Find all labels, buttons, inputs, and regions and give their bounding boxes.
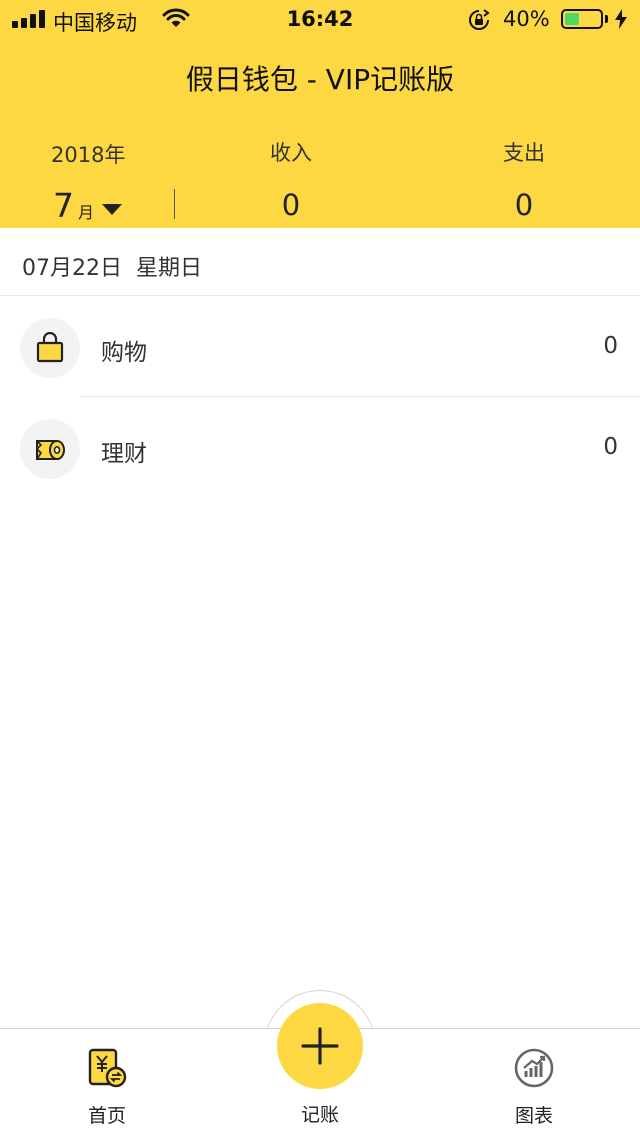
tab-home[interactable]: 首页 xyxy=(27,1029,187,1137)
month-value: 7 xyxy=(53,186,74,225)
page-title: 假日钱包 - VIP记账版 xyxy=(185,63,455,96)
year-label: 2018年 xyxy=(51,143,126,167)
caret-down-icon xyxy=(102,204,122,215)
record-amount: 0 xyxy=(603,333,618,359)
weekday-value: 星期日 xyxy=(136,256,203,281)
date-value: 07月22日 xyxy=(22,256,122,281)
row-divider xyxy=(80,396,640,397)
plus-icon xyxy=(301,1027,339,1065)
shopping-bag-icon xyxy=(20,318,80,378)
income-label: 收入 xyxy=(270,141,312,165)
battery-tip xyxy=(605,15,608,23)
header: 中国移动 16:42 40% 假日钱包 - VIP记账版 2018年 7 月 收… xyxy=(0,0,640,228)
day-header: 07月22日 星期日 xyxy=(0,228,640,296)
battery-percent: 40% xyxy=(503,7,550,31)
charging-bolt-icon xyxy=(615,9,627,34)
day-date: 07月22日 星期日 xyxy=(22,250,202,282)
month-picker[interactable]: 7 月 xyxy=(53,186,173,226)
battery-level xyxy=(565,13,579,25)
expense-value: 0 xyxy=(514,188,534,222)
add-record-button[interactable] xyxy=(277,1003,363,1089)
tab-label: 首页 xyxy=(87,1105,126,1127)
status-bar: 中国移动 16:42 40% xyxy=(0,0,640,40)
tab-chart[interactable]: 图表 xyxy=(454,1029,614,1137)
record-name: 购物 xyxy=(101,340,147,366)
record-row-finance[interactable]: 理财 0 xyxy=(0,399,640,499)
chart-icon xyxy=(513,1047,555,1093)
tab-label: 图表 xyxy=(514,1105,553,1127)
orientation-lock-icon xyxy=(467,8,491,37)
record-name: 理财 xyxy=(101,441,147,467)
finance-scroll-icon xyxy=(20,419,80,479)
record-row-shopping[interactable]: 购物 0 xyxy=(0,298,640,398)
tab-label-add: 记账 xyxy=(300,1104,339,1126)
battery-icon xyxy=(561,9,603,29)
ledger-icon xyxy=(86,1047,128,1093)
divider xyxy=(174,189,175,219)
record-amount: 0 xyxy=(603,434,618,460)
month-unit: 月 xyxy=(78,203,95,222)
income-value: 0 xyxy=(281,188,301,222)
expense-label: 支出 xyxy=(503,141,545,165)
